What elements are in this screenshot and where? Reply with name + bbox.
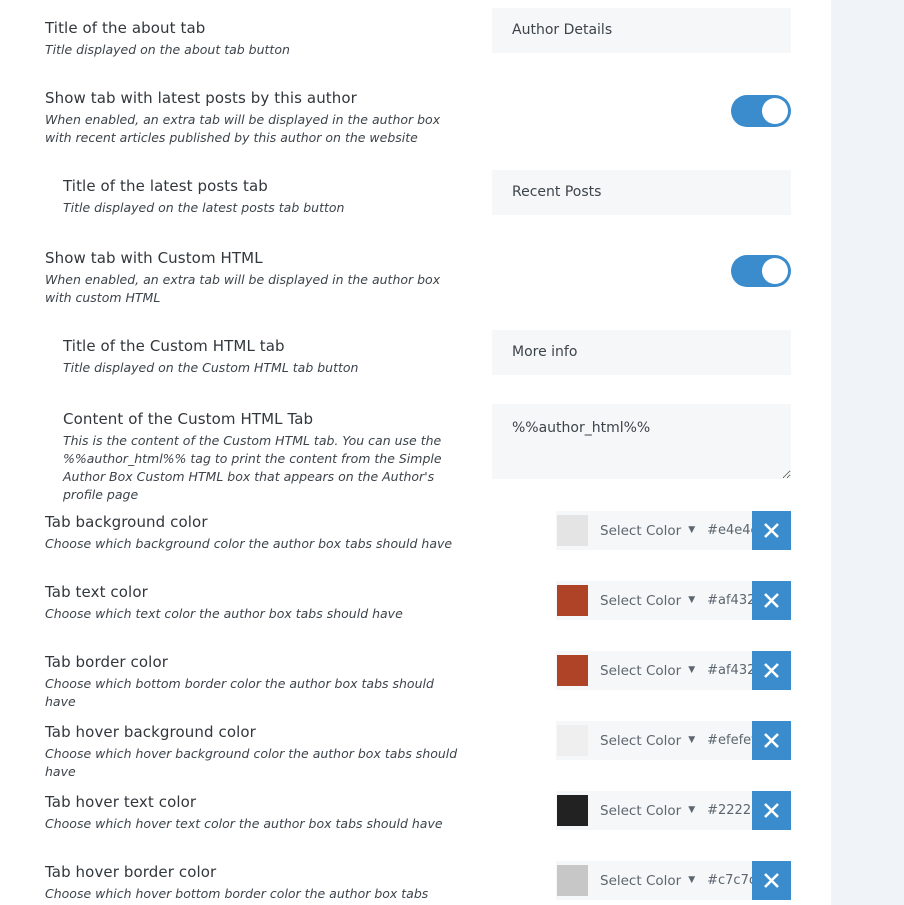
tab-border-color-picker[interactable]: Select Color ▼ #af4328 bbox=[556, 651, 791, 690]
field-title: Tab text color bbox=[45, 583, 148, 601]
field-description: This is the content of the Custom HTML t… bbox=[63, 433, 442, 502]
close-x-icon bbox=[764, 663, 779, 678]
tab-hover-border-color-picker[interactable]: Select Color ▼ #c7c7c7 bbox=[556, 861, 791, 900]
field-title: Title of the about tab bbox=[45, 19, 206, 37]
show-latest-posts-tab-toggle[interactable] bbox=[731, 95, 791, 127]
settings-page: Title of the about tab Title displayed o… bbox=[0, 0, 904, 905]
tab-hover-background-color-picker[interactable]: Select Color ▼ #efefef bbox=[556, 721, 791, 760]
field-description: Choose which hover background color the … bbox=[45, 746, 458, 779]
clear-color-button[interactable] bbox=[752, 581, 791, 620]
field-description: Title displayed on the about tab button bbox=[45, 42, 290, 57]
close-x-icon bbox=[764, 523, 779, 538]
color-swatch[interactable] bbox=[557, 865, 588, 896]
about-tab-title-input[interactable] bbox=[492, 8, 791, 53]
label-group: Content of the Custom HTML Tab This is t… bbox=[63, 409, 468, 504]
control-group bbox=[492, 95, 791, 127]
select-color-label: Select Color bbox=[600, 522, 682, 539]
clear-color-button[interactable] bbox=[752, 791, 791, 830]
right-side-panel bbox=[831, 0, 904, 905]
label-group: Tab hover text color Choose which hover … bbox=[45, 792, 465, 833]
label-group: Tab hover border color Choose which hove… bbox=[45, 862, 465, 905]
chevron-down-icon: ▼ bbox=[688, 595, 696, 605]
select-color-label: Select Color bbox=[600, 732, 682, 749]
chevron-down-icon: ▼ bbox=[688, 805, 696, 815]
close-x-icon bbox=[764, 593, 779, 608]
clear-color-button[interactable] bbox=[752, 721, 791, 760]
color-swatch[interactable] bbox=[557, 655, 588, 686]
field-description: Choose which bottom border color the aut… bbox=[45, 676, 434, 709]
control-group bbox=[492, 170, 791, 215]
chevron-down-icon: ▼ bbox=[688, 525, 696, 535]
show-custom-html-tab-toggle[interactable] bbox=[731, 255, 791, 287]
label-group: Title of the latest posts tab Title disp… bbox=[63, 176, 468, 217]
custom-html-tab-content-textarea[interactable]: %%author_html%% bbox=[492, 404, 791, 479]
tab-background-color-picker[interactable]: Select Color ▼ #e4e4e4 bbox=[556, 511, 791, 550]
clear-color-button[interactable] bbox=[752, 861, 791, 900]
select-color-label: Select Color bbox=[600, 592, 682, 609]
field-title: Content of the Custom HTML Tab bbox=[63, 410, 314, 428]
custom-html-tab-title-input[interactable] bbox=[492, 330, 791, 375]
control-group: %%author_html%% bbox=[492, 404, 791, 479]
field-description: Choose which hover text color the author… bbox=[45, 816, 443, 831]
close-x-icon bbox=[764, 803, 779, 818]
toggle-knob bbox=[762, 98, 788, 124]
field-description: When enabled, an extra tab will be displ… bbox=[45, 112, 441, 145]
control-group bbox=[492, 8, 791, 53]
field-description: When enabled, an extra tab will be displ… bbox=[45, 272, 441, 305]
tab-hover-text-color-picker[interactable]: Select Color ▼ #222222 bbox=[556, 791, 791, 830]
field-description: Choose which text color the author box t… bbox=[45, 606, 403, 621]
toggle-knob bbox=[762, 258, 788, 284]
field-title: Show tab with Custom HTML bbox=[45, 249, 263, 267]
field-description: Choose which background color the author… bbox=[45, 536, 453, 551]
field-title: Title of the latest posts tab bbox=[63, 177, 268, 195]
color-swatch[interactable] bbox=[557, 585, 588, 616]
label-group: Show tab with Custom HTML When enabled, … bbox=[45, 248, 465, 307]
chevron-down-icon: ▼ bbox=[688, 735, 696, 745]
clear-color-button[interactable] bbox=[752, 651, 791, 690]
field-description: Title displayed on the latest posts tab … bbox=[63, 200, 345, 215]
color-swatch[interactable] bbox=[557, 515, 588, 546]
clear-color-button[interactable] bbox=[752, 511, 791, 550]
label-group: Title of the Custom HTML tab Title displ… bbox=[63, 336, 468, 377]
label-group: Show tab with latest posts by this autho… bbox=[45, 88, 465, 147]
control-group bbox=[492, 255, 791, 287]
chevron-down-icon: ▼ bbox=[688, 665, 696, 675]
color-swatch[interactable] bbox=[557, 795, 588, 826]
color-swatch[interactable] bbox=[557, 725, 588, 756]
label-group: Tab background color Choose which backgr… bbox=[45, 512, 465, 553]
select-color-label: Select Color bbox=[600, 662, 682, 679]
field-title: Tab border color bbox=[45, 653, 168, 671]
field-title: Tab hover border color bbox=[45, 863, 217, 881]
close-x-icon bbox=[764, 733, 779, 748]
settings-form: Title of the about tab Title displayed o… bbox=[0, 0, 831, 905]
color-hex-value: #efefef bbox=[707, 733, 756, 748]
chevron-down-icon: ▼ bbox=[688, 875, 696, 885]
select-color-label: Select Color bbox=[600, 802, 682, 819]
latest-posts-tab-title-input[interactable] bbox=[492, 170, 791, 215]
field-description: Title displayed on the Custom HTML tab b… bbox=[63, 360, 359, 375]
field-title: Show tab with latest posts by this autho… bbox=[45, 89, 357, 107]
close-x-icon bbox=[764, 873, 779, 888]
field-title: Tab hover text color bbox=[45, 793, 197, 811]
field-title: Tab hover background color bbox=[45, 723, 256, 741]
field-description: Choose which hover bottom border color t… bbox=[45, 886, 429, 905]
label-group: Tab border color Choose which bottom bor… bbox=[45, 652, 465, 711]
control-group bbox=[492, 330, 791, 375]
tab-text-color-picker[interactable]: Select Color ▼ #af4328 bbox=[556, 581, 791, 620]
field-title: Title of the Custom HTML tab bbox=[63, 337, 285, 355]
label-group: Tab hover background color Choose which … bbox=[45, 722, 465, 781]
label-group: Title of the about tab Title displayed o… bbox=[45, 18, 465, 59]
label-group: Tab text color Choose which text color t… bbox=[45, 582, 465, 623]
field-title: Tab background color bbox=[45, 513, 208, 531]
select-color-label: Select Color bbox=[600, 872, 682, 889]
